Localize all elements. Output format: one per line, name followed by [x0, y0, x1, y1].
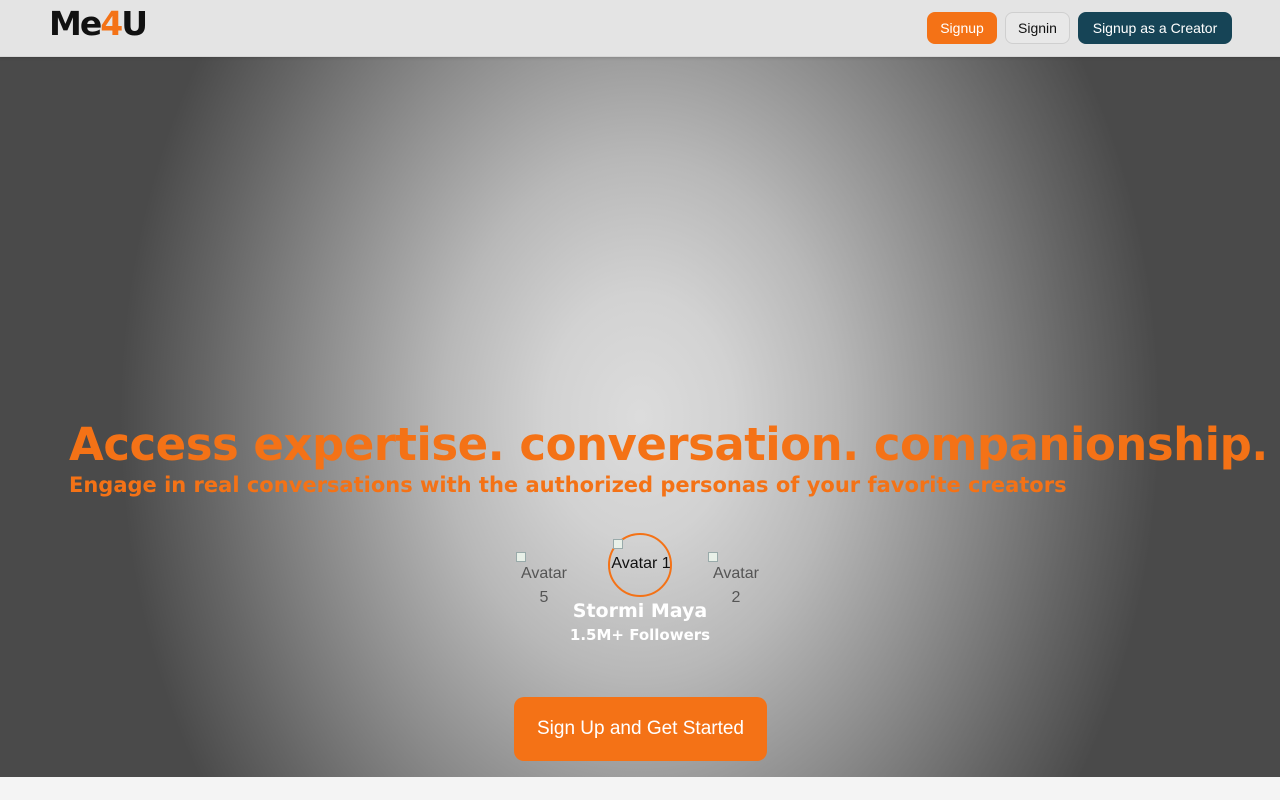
- avatar-1-alt-text: Avatar 1: [611, 555, 671, 572]
- logo[interactable]: Me4U: [49, 4, 148, 44]
- hero-section: Access expertise. conversation. companio…: [0, 57, 1280, 777]
- hero-subheadline: Engage in real conversations with the au…: [69, 473, 1067, 497]
- broken-image-icon: [613, 539, 623, 549]
- signin-button[interactable]: Signin: [1005, 12, 1070, 44]
- page-footer-strip: [0, 777, 1280, 800]
- signup-button[interactable]: Signup: [927, 12, 997, 44]
- broken-image-icon: [516, 552, 526, 562]
- broken-image-icon: [708, 552, 718, 562]
- signup-get-started-button[interactable]: Sign Up and Get Started: [514, 697, 767, 761]
- page: Me4U Signup Signin Signup as a Creator A…: [0, 0, 1280, 800]
- signup-as-creator-button[interactable]: Signup as a Creator: [1078, 12, 1232, 44]
- header-nav: Signup Signin Signup as a Creator: [927, 12, 1232, 44]
- logo-text-4: 4: [100, 4, 123, 43]
- featured-creator-followers: 1.5M+ Followers: [569, 626, 711, 644]
- hero-headline: Access expertise. conversation. companio…: [69, 418, 1268, 471]
- logo-text-me: Me: [49, 4, 102, 43]
- avatar-1-image[interactable]: Avatar 1: [608, 533, 672, 597]
- top-navbar: Me4U Signup Signin Signup as a Creator: [0, 0, 1280, 57]
- logo-text-u: U: [121, 4, 148, 43]
- featured-creator-name: Stormi Maya: [572, 600, 708, 622]
